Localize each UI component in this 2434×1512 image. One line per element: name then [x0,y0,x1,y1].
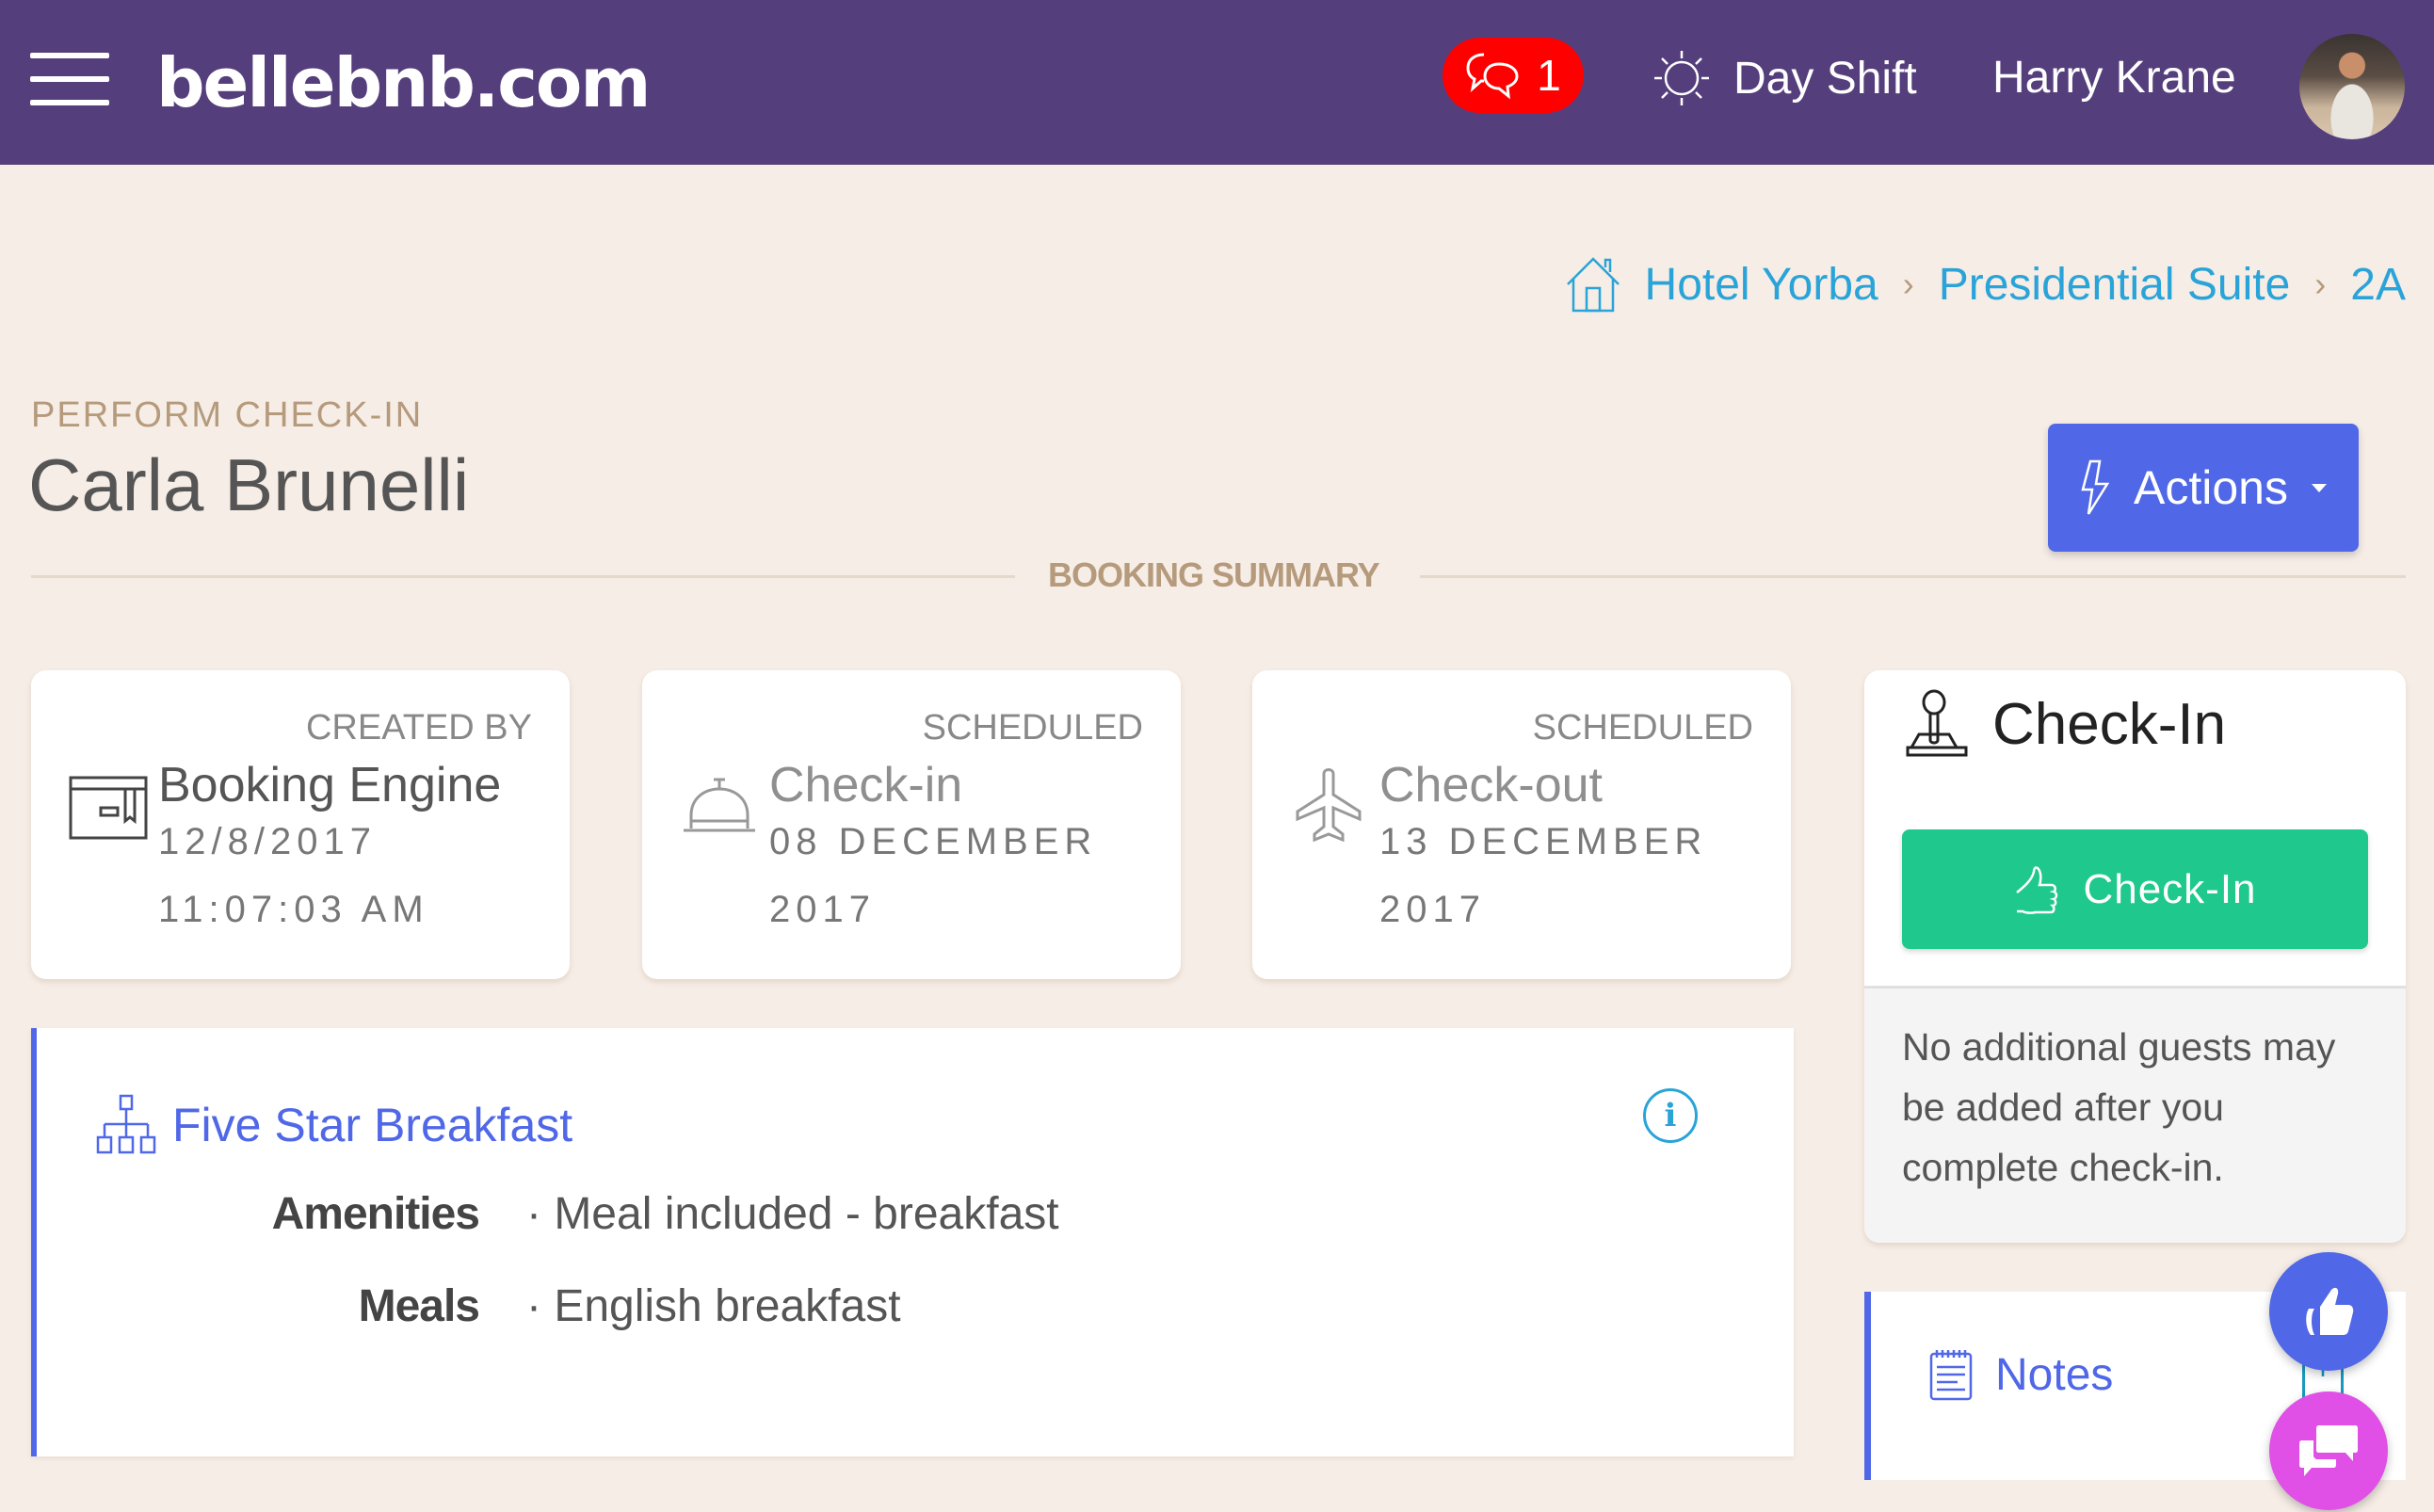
card-year: 2017 [1379,889,1486,930]
card-main: Booking Engine [158,758,502,812]
page-title: Carla Brunelli [28,443,470,526]
checkin-panel-title: Check-In [1992,691,2227,757]
notes-title: Notes [1995,1349,2114,1400]
card-main: Check-in [769,758,963,812]
section-divider [1420,575,2406,578]
detail-value: · English breakfast [526,1281,901,1331]
menu-button[interactable] [30,53,110,107]
detail-key: Meals [358,1281,480,1331]
scheduled-checkout-card: SCHEDULED Check-out 13 DECEMBER 2017 [1252,670,1791,979]
checkin-panel-header: Check-In [1902,689,2226,759]
hamburger-line [30,76,109,82]
scheduled-checkin-card: SCHEDULED Check-in 08 DECEMBER 2017 [642,670,1181,979]
checkin-note: No additional guests may be added after … [1864,986,2406,1243]
breadcrumb-room-type[interactable]: Presidential Suite [1939,259,2291,311]
breadcrumb-separator: › [1902,265,1914,303]
hamburger-line [30,53,109,58]
messages-badge-button[interactable]: 1 [1443,38,1584,113]
breadcrumb-room[interactable]: 2A [2350,259,2406,311]
chat-bubbles-filled-icon [2299,1425,2358,1476]
chat-bubbles-icon [1466,53,1519,100]
joystick-icon [1906,689,1968,757]
user-avatar[interactable] [2299,34,2405,139]
breadcrumb: Hotel Yorba › Presidential Suite › 2A [1566,247,2406,322]
section-divider [31,575,1015,578]
package-header[interactable]: Five Star Breakfast [95,1094,572,1156]
card-date: 08 DECEMBER [769,821,1098,862]
actions-label: Actions [2134,461,2288,514]
hamburger-line [30,100,109,105]
card-date: 13 DECEMBER [1379,821,1708,862]
actions-dropdown-button[interactable]: Actions [2048,424,2359,552]
user-name[interactable]: Harry Krane [1992,45,2236,111]
breadcrumb-separator: › [2314,265,2327,303]
detail-row-amenities: Amenities · Meal included - breakfast [37,1188,1059,1240]
detail-key: Amenities [271,1189,480,1239]
card-label: SCHEDULED [1532,708,1753,748]
booking-box-icon [69,776,148,840]
hierarchy-icon [96,1094,156,1154]
checkin-button-label: Check-In [2083,865,2257,912]
checkin-panel: Check-In Check-In No additional guests m… [1864,670,2406,1243]
feedback-fab-button[interactable] [2269,1252,2388,1371]
info-icon-button[interactable]: i [1643,1088,1698,1143]
thumbs-up-icon [2306,1287,2354,1335]
shift-label: Day Shift [1733,53,1917,104]
breadcrumb-hotel[interactable]: Hotel Yorba [1645,259,1878,311]
shift-selector[interactable]: Day Shift [1652,45,1917,111]
notes-header[interactable]: Notes [1929,1348,2113,1401]
airplane-icon [1296,768,1362,843]
chat-fab-button[interactable] [2269,1391,2388,1510]
card-main: Check-out [1379,758,1603,812]
caret-down-icon [2311,484,2327,492]
card-time: 11:07:03 AM [158,889,429,930]
home-icon [1566,257,1620,313]
section-label: BOOKING SUMMARY [1048,555,1380,594]
package-title: Five Star Breakfast [172,1099,573,1151]
checkin-button[interactable]: Check-In [1902,829,2368,949]
card-year: 2017 [769,889,876,930]
info-icon: i [1664,1097,1677,1134]
package-panel: Five Star Breakfast i Amenities · Meal i… [31,1028,1794,1456]
messages-count: 1 [1537,51,1561,100]
detail-value: · Meal included - breakfast [526,1189,1059,1239]
card-date: 12/8/2017 [158,821,377,862]
detail-row-meals: Meals · English breakfast [37,1280,901,1332]
thumbs-up-outline-icon [2016,865,2058,914]
card-label: CREATED BY [305,708,532,748]
top-navigation-bar: bellebnb.com 1 Day Shift Harry Krane [0,0,2434,165]
notepad-icon [1929,1350,1973,1401]
lightning-icon [2081,459,2110,515]
app-logo[interactable]: bellebnb.com [156,36,651,130]
sun-icon [1654,51,1709,105]
created-by-card: CREATED BY Booking Engine 12/8/2017 11:0… [31,670,570,979]
page-subtitle: PERFORM CHECK-IN [31,395,424,435]
service-bell-icon [684,778,755,832]
card-label: SCHEDULED [922,708,1143,748]
